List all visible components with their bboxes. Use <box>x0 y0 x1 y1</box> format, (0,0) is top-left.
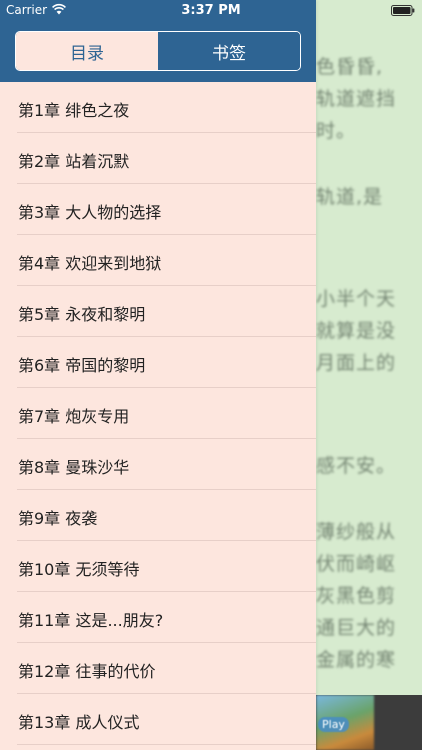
chapter-item[interactable]: 第8章 曼珠沙华 <box>0 439 316 490</box>
reader-line: 薄纱般从 <box>316 521 397 543</box>
chapter-item[interactable]: 第5章 永夜和黎明 <box>0 286 316 337</box>
tab-contents[interactable]: 目录 <box>16 32 158 70</box>
chapter-drawer: 目录 书签 第1章 绯色之夜 第2章 站着沉默 第3章 大人物的选择 第4章 欢… <box>0 0 316 750</box>
chapter-item[interactable]: 第10章 无须等待 <box>0 541 316 592</box>
chapter-label: 第12章 往事的代价 <box>18 662 156 681</box>
chapter-item[interactable]: 第11章 这是...朋友? <box>0 592 316 643</box>
ad-play-label: Play <box>318 717 349 732</box>
reader-line: 感不安。 <box>316 455 397 477</box>
chapter-item[interactable]: 第4章 欢迎来到地狱 <box>0 235 316 286</box>
tab-bookmarks[interactable]: 书签 <box>158 32 300 70</box>
ad-banner[interactable]: Play <box>316 695 422 750</box>
chapter-item[interactable]: 第12章 往事的代价 <box>0 643 316 694</box>
reader-line: 伏而崎岖 <box>316 553 397 575</box>
chapter-item[interactable]: 第2章 站着沉默 <box>0 133 316 184</box>
chapter-label: 第4章 欢迎来到地狱 <box>18 254 162 273</box>
status-bar: Carrier 3:37 PM <box>0 0 422 20</box>
reader-line: 金属的寒 <box>316 649 397 671</box>
reader-line: 小半个天 <box>316 288 397 310</box>
reader-line: 轨道,是 <box>316 186 384 208</box>
chapter-list[interactable]: 第1章 绯色之夜 第2章 站着沉默 第3章 大人物的选择 第4章 欢迎来到地狱 … <box>0 82 316 750</box>
chapter-label: 第8章 曼珠沙华 <box>18 458 130 477</box>
chapter-label: 第11章 这是...朋友? <box>18 611 164 630</box>
chapter-item[interactable]: 第1章 绯色之夜 <box>0 82 316 133</box>
chapter-item[interactable]: 第3章 大人物的选择 <box>0 184 316 235</box>
chapter-label: 第9章 夜袭 <box>18 509 98 528</box>
chapter-label: 第3章 大人物的选择 <box>18 203 162 222</box>
reader-line: 就算是没 <box>316 320 397 342</box>
chapter-label: 第1章 绯色之夜 <box>18 101 130 120</box>
reader-line: 时。 <box>316 120 357 142</box>
chapter-item[interactable]: 第6章 帝国的黎明 <box>0 337 316 388</box>
chapter-label: 第10章 无须等待 <box>18 560 140 579</box>
reader-line: 轨道遮挡 <box>316 88 397 110</box>
tab-switcher: 目录 书签 <box>15 31 301 71</box>
status-time: 3:37 PM <box>181 3 241 18</box>
chapter-item[interactable]: 第9章 夜袭 <box>0 490 316 541</box>
chapter-label: 第7章 炮灰专用 <box>18 407 130 426</box>
chapter-label: 第13章 成人仪式 <box>18 713 140 732</box>
row-divider <box>17 744 316 745</box>
reader-line: 通巨大的 <box>316 617 397 639</box>
chapter-label: 第2章 站着沉默 <box>18 152 130 171</box>
battery-icon <box>391 5 415 16</box>
chapter-label: 第6章 帝国的黎明 <box>18 356 146 375</box>
chapter-item[interactable]: 第7章 炮灰专用 <box>0 388 316 439</box>
reader-line: 色昏昏, <box>316 56 384 78</box>
chapter-item[interactable]: 第13章 成人仪式 <box>0 694 316 745</box>
chapter-label: 第5章 永夜和黎明 <box>18 305 146 324</box>
reader-line: 月面上的 <box>316 352 397 374</box>
reader-line: 灰黑色剪 <box>316 585 397 607</box>
reader-text: 色昏昏, 轨道遮挡 时。 轨道,是 小半个天 就算是没 月面上的 感不安。 薄纱… <box>316 0 422 695</box>
